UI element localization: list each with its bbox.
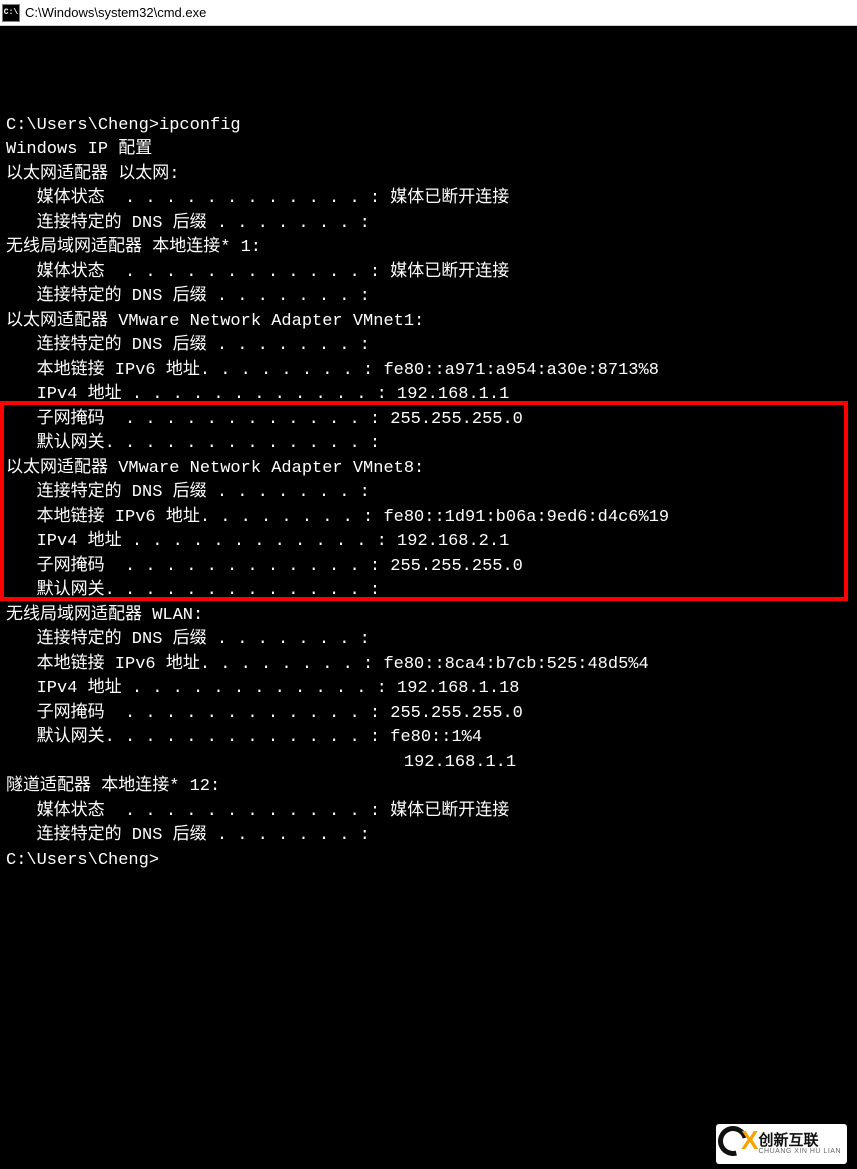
adapter-detail: 连接特定的 DNS 后缀 . . . . . . . : xyxy=(6,628,853,653)
window-title: C:\Windows\system32\cmd.exe xyxy=(25,5,206,20)
adapter-detail: 本地链接 IPv6 地址. . . . . . . . : fe80::1d91… xyxy=(6,506,853,531)
adapter-title: 以太网适配器 VMware Network Adapter VMnet1: xyxy=(6,310,853,335)
adapter-title: 无线局域网适配器 本地连接* 1: xyxy=(6,236,853,261)
watermark-text-cn: 创新互联 xyxy=(758,1133,841,1148)
adapter-detail: IPv4 地址 . . . . . . . . . . . . : 192.16… xyxy=(6,383,853,408)
adapter-detail: 子网掩码 . . . . . . . . . . . . : 255.255.2… xyxy=(6,702,853,727)
adapter-detail: 本地链接 IPv6 地址. . . . . . . . : fe80::a971… xyxy=(6,359,853,384)
adapter-title: 以太网适配器 VMware Network Adapter VMnet8: xyxy=(6,457,853,482)
ipconfig-header: Windows IP 配置 xyxy=(6,138,853,163)
cmd-icon: C:\ xyxy=(3,5,19,21)
adapter-detail: 媒体状态 . . . . . . . . . . . . : 媒体已断开连接 xyxy=(6,261,853,286)
adapter-title: 隧道适配器 本地连接* 12: xyxy=(6,775,853,800)
adapter-detail: 默认网关. . . . . . . . . . . . . : xyxy=(6,432,853,457)
adapter-detail: 连接特定的 DNS 后缀 . . . . . . . : xyxy=(6,285,853,310)
adapter-title: 以太网适配器 以太网: xyxy=(6,163,853,188)
adapter-detail: 媒体状态 . . . . . . . . . . . . : 媒体已断开连接 xyxy=(6,187,853,212)
watermark-logo-mark: X xyxy=(718,1126,754,1162)
watermark-logo: X 创新互联 CHUANG XIN HU LIAN xyxy=(716,1124,847,1164)
adapter-title: 无线局域网适配器 WLAN: xyxy=(6,604,853,629)
adapter-detail: 本地链接 IPv6 地址. . . . . . . . : fe80::8ca4… xyxy=(6,653,853,678)
adapter-detail: 默认网关. . . . . . . . . . . . . : fe80::1%… xyxy=(6,726,853,751)
adapter-detail: 媒体状态 . . . . . . . . . . . . : 媒体已断开连接 xyxy=(6,800,853,825)
adapter-detail: 192.168.1.1 xyxy=(6,751,853,776)
adapter-detail: 连接特定的 DNS 后缀 . . . . . . . : xyxy=(6,334,853,359)
adapter-detail: IPv4 地址 . . . . . . . . . . . . : 192.16… xyxy=(6,530,853,555)
adapter-detail: 子网掩码 . . . . . . . . . . . . : 255.255.2… xyxy=(6,555,853,580)
adapter-detail: 子网掩码 . . . . . . . . . . . . : 255.255.2… xyxy=(6,408,853,433)
adapter-detail: 连接特定的 DNS 后缀 . . . . . . . : xyxy=(6,824,853,849)
adapter-detail: 连接特定的 DNS 后缀 . . . . . . . : xyxy=(6,481,853,506)
adapter-detail: IPv4 地址 . . . . . . . . . . . . : 192.16… xyxy=(6,677,853,702)
adapter-detail: 连接特定的 DNS 后缀 . . . . . . . : xyxy=(6,212,853,237)
prompt-line: C:\Users\Cheng> xyxy=(6,849,853,874)
window-titlebar[interactable]: C:\ C:\Windows\system32\cmd.exe xyxy=(0,0,857,26)
terminal-output[interactable]: X 创新互联 CHUANG XIN HU LIAN C:\Users\Cheng… xyxy=(0,26,857,1169)
prompt-line: C:\Users\Cheng>ipconfig xyxy=(6,114,853,139)
adapter-detail: 默认网关. . . . . . . . . . . . . : xyxy=(6,579,853,604)
